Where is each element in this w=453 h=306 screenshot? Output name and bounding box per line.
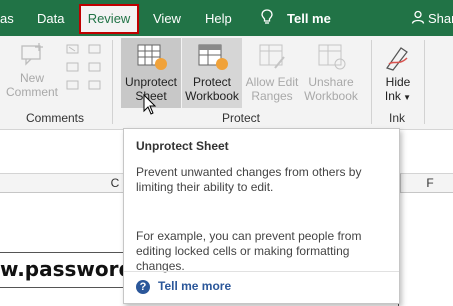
new-comment-label-2: Comment: [5, 85, 58, 99]
protect-sheet-icon: [137, 44, 167, 70]
tab-formulas-partial[interactable]: as: [0, 11, 14, 26]
protect-workbook-label-1: Protect: [192, 75, 231, 89]
tooltip-unprotect-sheet: Unprotect Sheet Prevent unwanted changes…: [123, 128, 400, 304]
unshare-workbook-button[interactable]: Unshare Workbook: [302, 38, 360, 103]
person-icon[interactable]: [411, 10, 425, 24]
tab-view[interactable]: View: [153, 11, 181, 26]
show-comment-icon[interactable]: [88, 62, 102, 74]
new-comment-icon: [21, 43, 43, 66]
help-icon: ?: [136, 279, 150, 294]
mouse-pointer-icon: [143, 94, 157, 115]
allow-edit-ranges-label-2: Ranges: [251, 89, 293, 103]
protect-workbook-button[interactable]: Protect Workbook: [182, 38, 242, 108]
new-comment-button[interactable]: New Comment: [4, 42, 60, 99]
previous-comment-icon[interactable]: [88, 44, 102, 56]
allow-edit-ranges-label-1: Allow Edit: [245, 75, 299, 89]
tooltip-divider: [124, 271, 399, 272]
chevron-down-icon: ▼: [400, 93, 412, 102]
allow-edit-ranges-button[interactable]: Allow Edit Ranges: [243, 38, 301, 103]
unshare-workbook-icon: [318, 44, 346, 70]
hide-ink-label-2: Ink ▼: [384, 89, 412, 103]
column-divider: [400, 174, 401, 193]
tooltip-example: For example, you can prevent people from…: [136, 229, 362, 273]
tab-help[interactable]: Help: [205, 11, 232, 26]
allow-edit-ranges-icon: [259, 44, 285, 69]
lightbulb-icon[interactable]: [261, 9, 273, 25]
group-label-comments: Comments: [25, 111, 84, 125]
show-ink-icon[interactable]: [88, 80, 102, 92]
hide-ink-label-1: Hide: [385, 75, 411, 89]
group-label-ink: Ink: [388, 111, 405, 125]
unshare-workbook-label-2: Workbook: [304, 89, 358, 103]
protect-workbook-icon: [198, 44, 228, 70]
ribbon-review: New Comment Comments Unprotect Sheet Pro…: [0, 36, 453, 130]
ribbon-tab-bar: as Data Review View Help Tell me Shar: [0, 0, 453, 36]
delete-comment-icon[interactable]: [66, 44, 80, 56]
tell-me-box[interactable]: Tell me: [287, 11, 331, 26]
group-separator: [424, 40, 425, 124]
protect-workbook-label-2: Workbook: [185, 89, 239, 103]
tooltip-title: Unprotect Sheet: [136, 139, 229, 153]
tooltip-description: Prevent unwanted changes from others by …: [136, 165, 362, 194]
hide-ink-icon: [386, 47, 408, 71]
unprotect-sheet-label-1: Unprotect: [124, 75, 178, 89]
tell-me-more-label: Tell me more: [158, 279, 232, 293]
show-all-comments-icon[interactable]: [66, 80, 80, 92]
tab-data[interactable]: Data: [37, 11, 64, 26]
unshare-workbook-label-1: Unshare: [308, 75, 354, 89]
share-button-partial[interactable]: Shar: [428, 11, 453, 26]
next-comment-icon[interactable]: [66, 62, 80, 74]
tab-review[interactable]: Review: [79, 4, 139, 34]
new-comment-label-1: New: [19, 71, 44, 85]
tell-me-more-link[interactable]: ? Tell me more: [136, 279, 231, 294]
hide-ink-button[interactable]: Hide Ink ▼: [378, 38, 418, 105]
column-header-f[interactable]: F: [410, 174, 450, 193]
